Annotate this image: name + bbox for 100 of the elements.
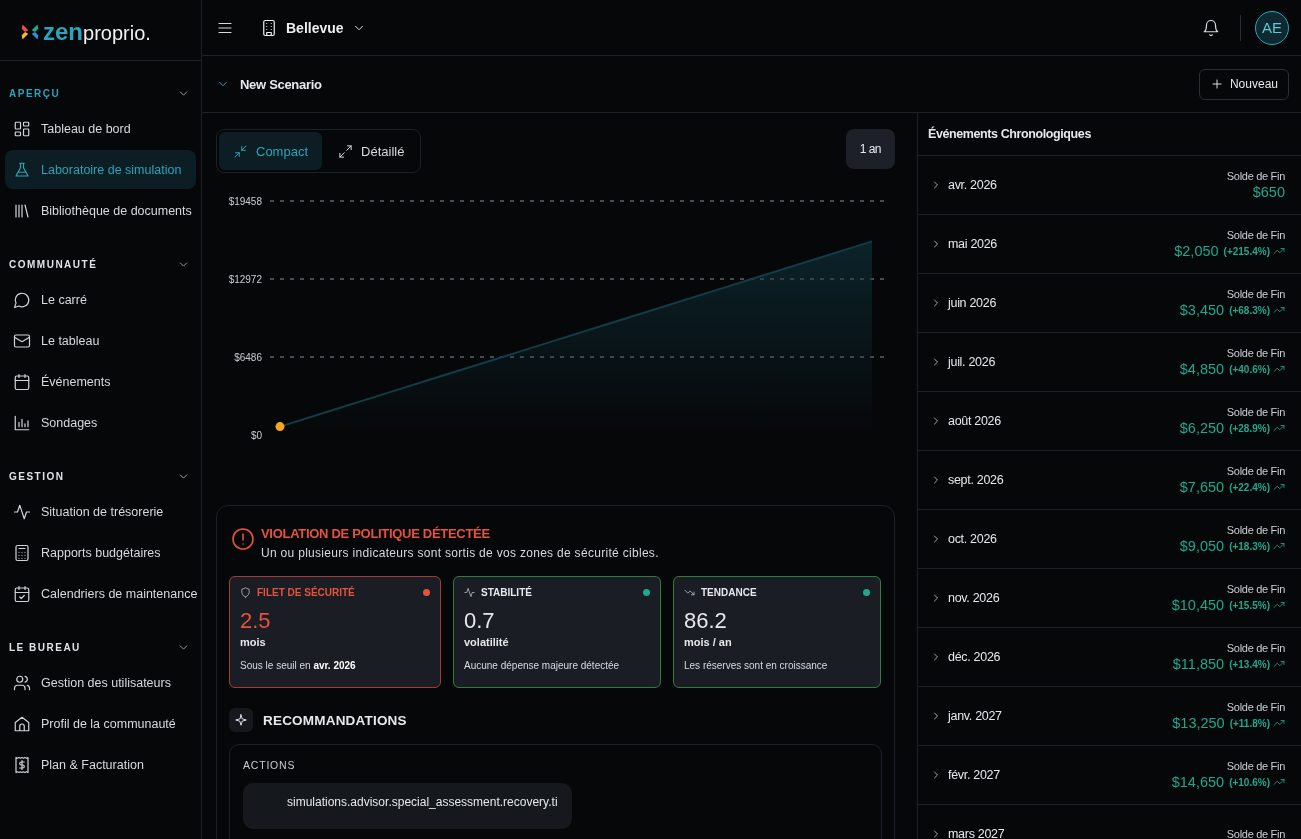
nav-item[interactable]: Événements [5, 362, 196, 401]
users-icon [13, 673, 31, 692]
balance-amount: $11,850 [1172, 656, 1225, 672]
timeline-row[interactable]: sept. 2026 Solde de Fin $7,650 (+22.4%) [918, 451, 1301, 510]
building-icon [260, 18, 278, 37]
section-title[interactable]: COMMUNAUTÉ [9, 258, 98, 270]
percent-change: (+18.3%) [1229, 540, 1270, 552]
balance-amount: $9,050 [1179, 538, 1225, 554]
logo-icon [20, 22, 40, 42]
trend-up-icon [1273, 658, 1285, 670]
alert-circle-icon [231, 527, 255, 551]
nav-item[interactable]: Situation de trésorerie [5, 492, 196, 531]
section-title[interactable]: LE BUREAU [9, 641, 81, 653]
scenario-toggle[interactable]: New Scenario [216, 76, 322, 92]
timeline-row[interactable]: juin 2026 Solde de Fin $3,450 (+68.3%) [918, 274, 1301, 333]
nav-item[interactable]: Laboratoire de simulation [5, 150, 196, 189]
trend-up-icon [1273, 304, 1285, 316]
trend-up-icon [1273, 540, 1285, 552]
balance-label: Solde de Fin [1226, 406, 1285, 418]
actions-label: ACTIONS [243, 759, 297, 771]
timeline-row[interactable]: août 2026 Solde de Fin $6,250 (+28.9%) [918, 392, 1301, 451]
bar-chart-icon [13, 413, 31, 432]
data-point [275, 422, 285, 432]
timeline-row[interactable]: mars 2027 Solde de Fin [918, 805, 1301, 839]
dollar-receipt-icon [13, 755, 31, 774]
panel-title: Événements Chronologiques [918, 113, 1301, 156]
metric-unit: mois [240, 636, 267, 648]
section-title[interactable]: GESTION [9, 470, 65, 482]
action-item[interactable]: simulations.advisor.special_assessment.recovery.ti [243, 783, 572, 829]
building-selector[interactable]: Bellevue [254, 14, 372, 41]
calculator-icon [13, 543, 31, 562]
nav-item[interactable]: Sondages [5, 403, 196, 442]
envelope-icon [13, 331, 31, 350]
balance-label: Solde de Fin [1226, 524, 1285, 536]
balance-label: Solde de Fin [1226, 642, 1285, 654]
timeline-row[interactable]: févr. 2027 Solde de Fin $14,650 (+10.6%) [918, 746, 1301, 805]
plus-icon [1209, 77, 1224, 91]
balance-label: Solde de Fin [1226, 701, 1285, 713]
trend-up-icon [1273, 481, 1285, 493]
metric-title: STABILITÉ [481, 587, 532, 598]
balance-label: Solde de Fin [1226, 760, 1285, 772]
axis-tick-label: $6486 [234, 352, 262, 363]
timeline-row[interactable]: déc. 2026 Solde de Fin $11,850 (+13.4%) [918, 628, 1301, 687]
trend-up-icon [1273, 422, 1285, 434]
bell-icon [1202, 18, 1220, 37]
percent-change: (+15.5%) [1229, 599, 1270, 611]
timeline-row[interactable]: oct. 2026 Solde de Fin $9,050 (+18.3%) [918, 510, 1301, 569]
nav-item[interactable]: Le carré [5, 280, 196, 319]
nav-item[interactable]: Gestion des utilisateurs [5, 663, 196, 702]
percent-change: (+40.6%) [1229, 363, 1270, 375]
section-title: RECOMMANDATIONS [263, 712, 407, 728]
axis-tick-label: $19458 [228, 196, 262, 207]
nav-item[interactable]: Rapports budgétaires [5, 533, 196, 572]
balance-label: Solde de Fin [1226, 288, 1285, 300]
new-button[interactable]: Nouveau [1198, 68, 1289, 100]
metric-value: 86.2 [684, 608, 728, 634]
view-option[interactable]: Compact [219, 132, 323, 170]
percent-change: (+215.4%) [1223, 245, 1270, 257]
timeline-row[interactable]: janv. 2027 Solde de Fin $13,250 (+11.8%) [918, 687, 1301, 746]
section-title[interactable]: APERÇU [9, 87, 61, 99]
balance-amount: $13,250 [1172, 715, 1225, 731]
trend-up-icon [1273, 717, 1285, 729]
nav-item[interactable]: Le tableau [5, 321, 196, 360]
timeline-row[interactable]: mai 2026 Solde de Fin $2,050 (+215.4%) [918, 215, 1301, 274]
balance-amount: $4,850 [1179, 361, 1225, 377]
nav-item[interactable]: Bibliothèque de documents [5, 191, 196, 230]
house-icon [13, 714, 31, 733]
metric-note: Sous le seuil en avr. 2026 [240, 660, 357, 671]
timeline-row[interactable]: juil. 2026 Solde de Fin $4,850 (+40.6%) [918, 333, 1301, 392]
balance-amount: $3,450 [1179, 302, 1225, 318]
balance-label: Solde de Fin [1226, 465, 1285, 477]
view-option[interactable]: Détaillé [324, 132, 419, 170]
timeline-row[interactable]: avr. 2026 Solde de Fin $650 [918, 156, 1301, 215]
logo-wordmark: zenproprio. [43, 19, 151, 45]
percent-change: (+10.6%) [1229, 776, 1270, 788]
balance-label: Solde de Fin [1226, 229, 1285, 241]
metric-value: 2.5 [240, 608, 272, 634]
pulse-icon [13, 502, 31, 521]
timeline-row[interactable]: nov. 2026 Solde de Fin $10,450 (+15.5%) [918, 569, 1301, 628]
flask-icon [13, 160, 31, 179]
balance-amount: $7,650 [1179, 479, 1225, 495]
balance-amount: $14,650 [1171, 774, 1225, 790]
sparkle-icon [234, 713, 248, 727]
axis-tick-label: $12972 [228, 274, 262, 285]
percent-change: (+11.8%) [1229, 717, 1270, 729]
balance-label: Solde de Fin [1226, 347, 1285, 359]
nav-item[interactable]: Profil de la communauté [5, 704, 196, 743]
metric-title: TENDANCE [701, 587, 757, 598]
trend-up-icon [1273, 245, 1285, 257]
user-avatar[interactable]: AE [1255, 10, 1289, 45]
nav-item[interactable]: Tableau de bord [5, 109, 196, 148]
nav-item[interactable]: Calendriers de maintenance [5, 574, 196, 613]
percent-change: (+28.9%) [1229, 422, 1270, 434]
balance-amount: $10,450 [1171, 597, 1225, 613]
nav-item[interactable]: Plan & Facturation [5, 745, 196, 784]
metric-note: Aucune dépense majeure détectée [464, 660, 621, 671]
trend-up-icon [1273, 599, 1285, 611]
chat-bubble-icon [13, 290, 31, 309]
calendar-check-icon [13, 584, 31, 603]
period-button[interactable]: 1 an [845, 129, 895, 169]
